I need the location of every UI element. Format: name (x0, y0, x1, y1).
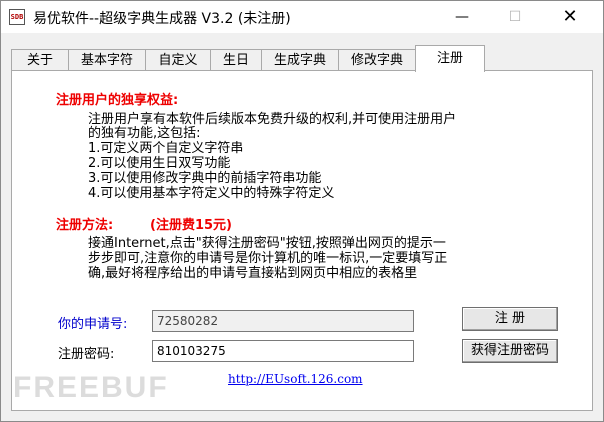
apply-number-label: 你的申请号: (58, 317, 128, 332)
benefits-line: 2.可以使用生日双写功能 (88, 156, 231, 171)
tab-modify-dict[interactable]: 修改字典 (338, 49, 416, 70)
close-button[interactable]: ✕ (547, 1, 593, 33)
tab-about[interactable]: 关于 (11, 49, 69, 70)
benefits-line: 1.可定义两个自定义字符串 (88, 141, 244, 156)
tab-custom[interactable]: 自定义 (145, 49, 211, 70)
maximize-button[interactable]: ☐ (492, 1, 538, 33)
benefits-line: 3.可以使用修改字典中的前插字符串功能 (88, 171, 322, 186)
register-panel: 注册用户的独享权益: 注册用户享有本软件后续版本免费升级的权利,并可使用注册用户… (11, 70, 593, 411)
benefits-line: 注册用户享有本软件后续版本免费升级的权利,并可使用注册用户 (88, 112, 457, 127)
method-heading: 注册方法: (56, 218, 114, 233)
tab-strip: 关于 基本字符 自定义 生日 生成字典 修改字典 注册 (11, 45, 591, 72)
watermark-logo: FREEBUF (13, 371, 169, 404)
benefits-line: 4.可以使用基本字符定义中的特殊字符定义 (88, 186, 335, 201)
tab-birthday[interactable]: 生日 (210, 49, 262, 70)
registration-fee: (注册费15元) (150, 218, 232, 233)
title-bar[interactable]: SDB 易优软件--超级字典生成器 V3.2 (未注册) — ☐ ✕ (1, 1, 603, 33)
app-icon: SDB (9, 9, 25, 25)
benefits-heading: 注册用户的独享权益: (56, 93, 179, 108)
window-title: 易优软件--超级字典生成器 V3.2 (未注册) (33, 11, 291, 27)
tab-generate-dict[interactable]: 生成字典 (261, 49, 339, 70)
get-password-button[interactable]: 获得注册密码 (462, 339, 558, 363)
register-button[interactable]: 注 册 (462, 307, 558, 331)
method-line: 接通Internet,点击"获得注册密码"按钮,按照弹出网页的提示一 (88, 236, 446, 251)
password-label: 注册密码: (58, 347, 115, 362)
method-line: 步步即可,注意你的申请号是你计算机的唯一标识,一定要填写正 (88, 251, 448, 266)
minimize-button[interactable]: — (439, 1, 485, 33)
tab-basic-chars[interactable]: 基本字符 (68, 49, 146, 70)
password-field[interactable]: 810103275 (152, 340, 414, 362)
method-line: 确,最好将程序给出的申请号直接粘到网页中相应的表格里 (88, 266, 418, 281)
apply-number-field[interactable]: 72580282 (152, 310, 414, 332)
app-window: SDB 易优软件--超级字典生成器 V3.2 (未注册) — ☐ ✕ 关于 基本… (0, 0, 604, 422)
tab-register[interactable]: 注册 (415, 45, 485, 72)
benefits-line: 的独有功能,这包括: (88, 126, 201, 141)
homepage-link[interactable]: http://EUsoft.126.com (228, 372, 363, 386)
